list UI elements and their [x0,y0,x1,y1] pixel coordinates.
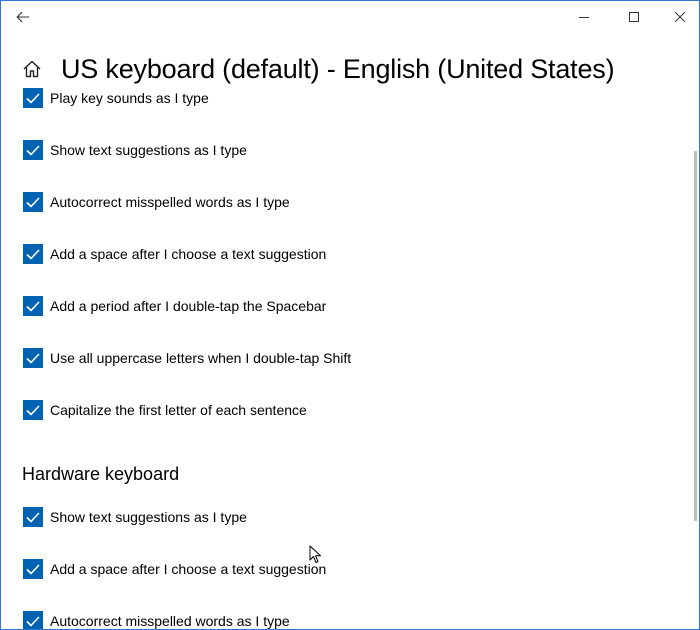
section-heading-hardware-keyboard: Hardware keyboard [22,464,180,484]
checkbox-box[interactable] [23,559,43,579]
checkmark-icon [26,300,40,312]
home-button[interactable] [21,58,43,80]
checkbox-label: Autocorrect misspelled words as I type [50,613,290,629]
checkmark-icon [26,144,40,156]
checkbox-box[interactable] [23,192,43,212]
back-arrow-icon [16,11,29,23]
checkmark-icon [26,352,40,364]
checkbox-label: Use all uppercase letters when I double-… [50,350,352,366]
checkbox-hw-autocorrect[interactable]: Autocorrect misspelled words as I type [23,610,290,629]
checkbox-add-period[interactable]: Add a period after I double-tap the Spac… [23,295,326,317]
minimize-button[interactable] [561,1,607,33]
checkbox-label: Add a space after I choose a text sugges… [50,246,327,262]
checkbox-show-text-suggestions[interactable]: Show text suggestions as I type [23,139,247,161]
checkbox-box[interactable] [23,400,43,420]
checkbox-hw-add-space[interactable]: Add a space after I choose a text sugges… [23,558,326,580]
checkmark-icon [26,196,40,208]
checkmark-icon [26,404,40,416]
home-icon [23,60,41,78]
title-bar [1,1,699,33]
vertical-scrollbar[interactable] [694,151,697,521]
checkbox-label: Add a period after I double-tap the Spac… [50,298,327,314]
checkbox-box[interactable] [23,244,43,264]
close-icon [675,12,685,22]
checkbox-box[interactable] [23,348,43,368]
maximize-button[interactable] [611,1,657,33]
checkmark-icon [26,563,40,575]
settings-window: US keyboard (default) - English (United … [0,0,700,630]
mouse-pointer-icon [309,545,321,563]
checkbox-label: Show text suggestions as I type [50,142,247,158]
checkbox-label: Capitalize the first letter of each sent… [50,402,307,418]
checkbox-label: Add a space after I choose a text sugges… [50,561,327,577]
close-button[interactable] [657,1,699,33]
checkbox-box[interactable] [23,296,43,316]
checkmark-icon [26,511,40,523]
checkbox-box[interactable] [23,140,43,160]
back-button[interactable] [7,3,39,31]
checkmark-icon [26,248,40,260]
checkbox-add-space[interactable]: Add a space after I choose a text sugges… [23,243,326,265]
checkbox-uppercase-shift[interactable]: Use all uppercase letters when I double-… [23,347,351,369]
checkbox-label: Autocorrect misspelled words as I type [50,194,290,210]
checkbox-box[interactable] [23,611,43,629]
checkbox-autocorrect[interactable]: Autocorrect misspelled words as I type [23,191,290,213]
settings-content: Play key sounds as I type Show text sugg… [1,87,691,629]
maximize-icon [629,12,639,22]
checkbox-box[interactable] [23,507,43,527]
checkbox-label: Show text suggestions as I type [50,509,247,525]
checkbox-box[interactable] [23,88,43,108]
page-header: US keyboard (default) - English (United … [21,51,615,87]
checkbox-label: Play key sounds as I type [50,90,209,106]
checkmark-icon [26,615,40,627]
checkbox-capitalize-first-letter[interactable]: Capitalize the first letter of each sent… [23,399,307,421]
page-title: US keyboard (default) - English (United … [61,53,615,84]
checkmark-icon [26,92,40,104]
checkbox-hw-show-text-suggestions[interactable]: Show text suggestions as I type [23,506,247,528]
minimize-icon [579,17,589,18]
checkbox-play-key-sounds[interactable]: Play key sounds as I type [23,87,209,109]
